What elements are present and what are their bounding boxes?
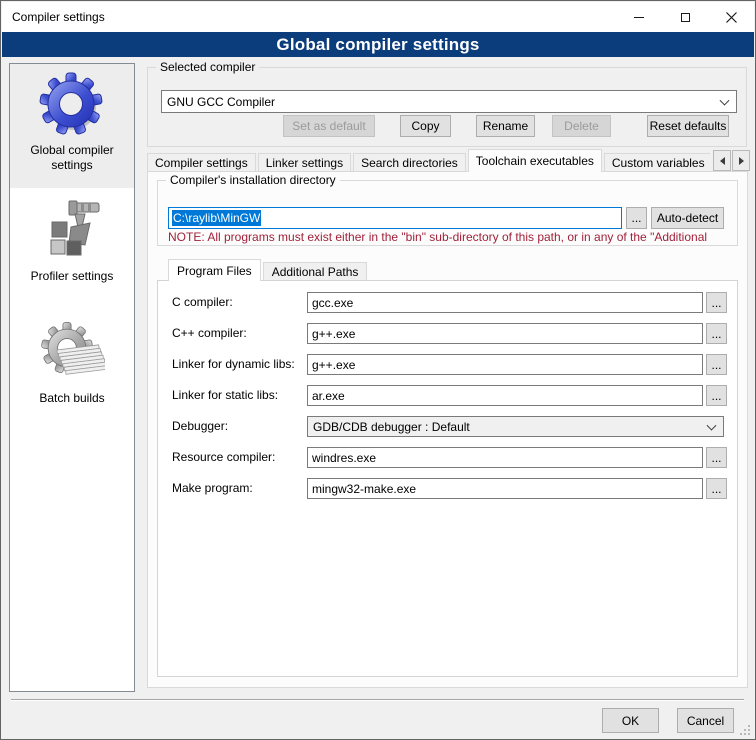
batch-builds-icon	[39, 320, 105, 386]
subtab-program-files[interactable]: Program Files	[168, 259, 261, 281]
compiler-select[interactable]: GNU GCC Compiler	[161, 90, 737, 113]
installation-directory-input[interactable]: C:\raylib\MinGW	[168, 207, 622, 229]
form-row: Resource compiler: ...	[158, 447, 737, 468]
cpp-compiler-label: C++ compiler:	[172, 326, 247, 340]
make-program-label: Make program:	[172, 481, 253, 495]
tab-search-directories[interactable]: Search directories	[353, 153, 466, 172]
sidebar-item-global-compiler-settings[interactable]: Global compiler settings	[10, 64, 134, 188]
selected-text: C:\raylib\MinGW	[172, 210, 261, 226]
settings-tabstrip: Compiler settings Linker settings Search…	[147, 149, 710, 172]
titlebar: Compiler settings	[2, 2, 754, 32]
linker-static-label: Linker for static libs:	[172, 388, 278, 402]
close-button[interactable]	[708, 2, 754, 32]
settings-category-list: Global compiler settings Profiler settin…	[9, 63, 135, 692]
compiler-select-value: GNU GCC Compiler	[167, 95, 275, 109]
close-icon	[726, 12, 737, 23]
tab-scroll-left-button[interactable]	[713, 150, 731, 171]
form-row: C compiler: ...	[158, 292, 737, 313]
auto-detect-button[interactable]: Auto-detect	[651, 207, 724, 229]
chevron-down-icon	[720, 95, 730, 105]
sidebar-item-profiler-settings[interactable]: Profiler settings	[10, 192, 134, 284]
resource-compiler-label: Resource compiler:	[172, 450, 275, 464]
installation-directory-browse-button[interactable]: ...	[626, 207, 647, 229]
compiler-settings-dialog: Compiler settings Global compiler settin…	[0, 0, 756, 740]
c-compiler-label: C compiler:	[172, 295, 233, 309]
minimize-icon	[634, 17, 644, 18]
arrow-left-icon	[720, 157, 725, 165]
profiler-icon	[40, 200, 104, 264]
window-title: Compiler settings	[2, 10, 616, 24]
set-as-default-button[interactable]: Set as default	[283, 115, 375, 137]
tab-linker-settings[interactable]: Linker settings	[258, 153, 351, 172]
sidebar-item-label: Profiler settings	[10, 269, 134, 284]
maximize-button[interactable]	[662, 2, 708, 32]
banner: Global compiler settings	[2, 32, 754, 57]
debugger-select-value: GDB/CDB debugger : Default	[313, 420, 470, 434]
gear-blue-icon	[39, 72, 105, 138]
sidebar-item-batch-builds[interactable]: Batch builds	[10, 312, 134, 406]
toolchain-executables-page: Compiler's installation directory C:\ray…	[147, 171, 748, 688]
delete-button[interactable]: Delete	[552, 115, 611, 137]
reset-defaults-button[interactable]: Reset defaults	[647, 115, 729, 137]
resize-grip[interactable]	[740, 724, 751, 735]
debugger-label: Debugger:	[172, 419, 228, 433]
linker-static-input[interactable]	[307, 385, 703, 406]
form-row: Linker for static libs: ...	[158, 385, 737, 406]
chevron-down-icon	[707, 420, 717, 430]
cpp-compiler-input[interactable]	[307, 323, 703, 344]
resource-compiler-input[interactable]	[307, 447, 703, 468]
sidebar-item-label: Batch builds	[10, 391, 134, 406]
form-row: Make program: ...	[158, 478, 737, 499]
tab-scroll-right-button[interactable]	[732, 150, 750, 171]
footer-divider-highlight	[11, 700, 744, 701]
make-program-input[interactable]	[307, 478, 703, 499]
tab-compiler-settings[interactable]: Compiler settings	[147, 153, 256, 172]
tab-custom-variables[interactable]: Custom variables	[604, 153, 710, 172]
linker-dynamic-browse-button[interactable]: ...	[706, 354, 727, 375]
ok-button[interactable]: OK	[602, 708, 659, 733]
cancel-button[interactable]: Cancel	[677, 708, 734, 733]
selected-compiler-legend: Selected compiler	[156, 60, 259, 74]
form-row: Linker for dynamic libs: ...	[158, 354, 737, 375]
note-text: NOTE: All programs must exist either in …	[168, 230, 728, 244]
copy-button[interactable]: Copy	[400, 115, 451, 137]
selected-compiler-group: Selected compiler GNU GCC Compiler Set a…	[147, 67, 747, 147]
debugger-select[interactable]: GDB/CDB debugger : Default	[307, 416, 724, 437]
c-compiler-browse-button[interactable]: ...	[706, 292, 727, 313]
make-program-browse-button[interactable]: ...	[706, 478, 727, 499]
linker-dynamic-input[interactable]	[307, 354, 703, 375]
form-row: C++ compiler: ...	[158, 323, 737, 344]
installation-directory-legend: Compiler's installation directory	[166, 173, 340, 187]
banner-title: Global compiler settings	[276, 35, 479, 55]
arrow-right-icon	[739, 157, 744, 165]
linker-static-browse-button[interactable]: ...	[706, 385, 727, 406]
program-files-panel: C compiler: ... C++ compiler: ... Linker…	[157, 280, 738, 677]
program-files-tabstrip: Program Files Additional Paths	[168, 259, 369, 281]
rename-button[interactable]: Rename	[476, 115, 535, 137]
minimize-button[interactable]	[616, 2, 662, 32]
tab-toolchain-executables[interactable]: Toolchain executables	[468, 149, 602, 172]
maximize-icon	[681, 13, 690, 22]
linker-dynamic-label: Linker for dynamic libs:	[172, 357, 295, 371]
subtab-additional-paths[interactable]: Additional Paths	[263, 262, 368, 281]
cpp-compiler-browse-button[interactable]: ...	[706, 323, 727, 344]
form-row: Debugger: GDB/CDB debugger : Default	[158, 416, 737, 437]
resource-compiler-browse-button[interactable]: ...	[706, 447, 727, 468]
c-compiler-input[interactable]	[307, 292, 703, 313]
sidebar-item-label: Global compiler settings	[10, 143, 134, 173]
